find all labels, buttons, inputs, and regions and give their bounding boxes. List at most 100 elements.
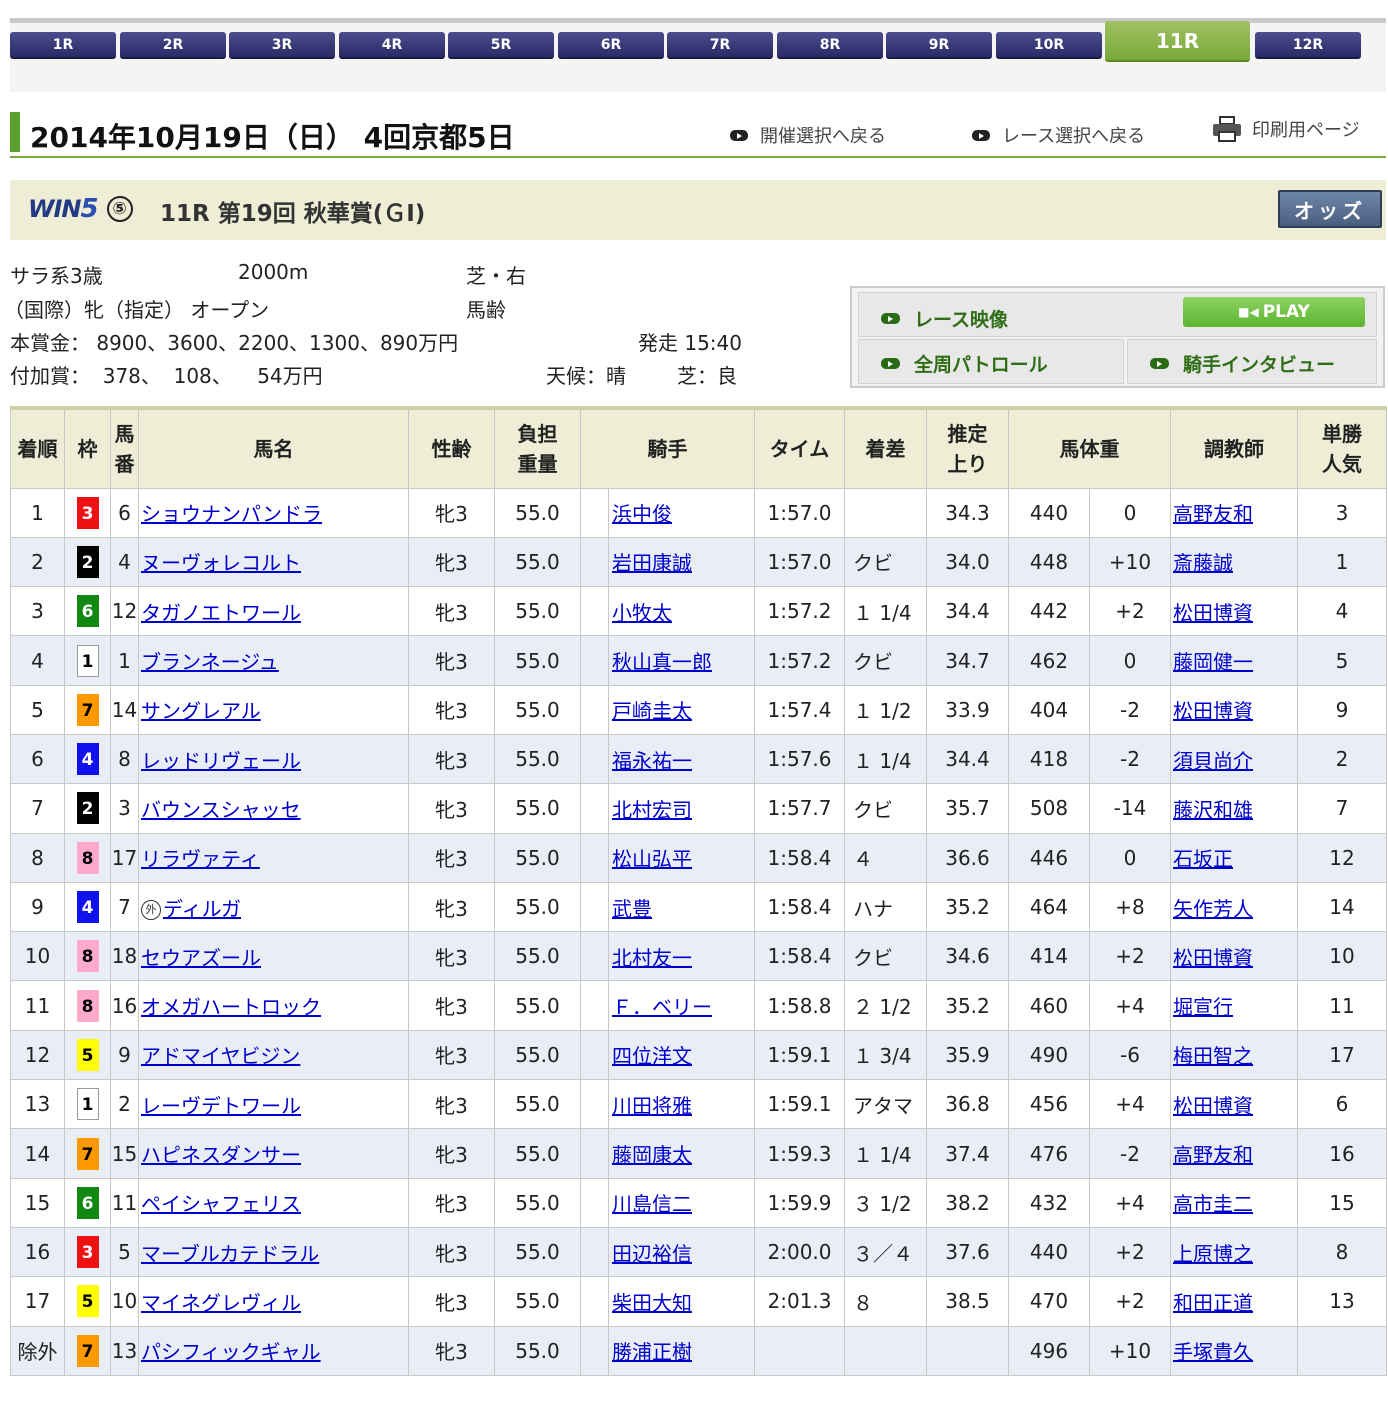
trainer-link[interactable]: 松田博資 — [1173, 601, 1253, 625]
jockey-link[interactable]: 四位洋文 — [612, 1044, 692, 1068]
trainer-link[interactable]: 高野友和 — [1173, 502, 1253, 526]
trainer-link[interactable]: 手塚貴久 — [1173, 1340, 1253, 1364]
trainer-link[interactable]: 石坂正 — [1173, 847, 1233, 871]
jockey-link[interactable]: 勝浦正樹 — [612, 1340, 692, 1364]
jockey-link[interactable]: 岩田康誠 — [612, 551, 692, 575]
race-tab-4r[interactable]: 4R — [339, 32, 445, 59]
trainer-link[interactable]: 堀宣行 — [1173, 995, 1233, 1019]
margin-cell: ４ — [844, 832, 927, 883]
horse-link[interactable]: リラヴァティ — [141, 847, 260, 871]
sexage-cell: 牝3 — [408, 980, 495, 1031]
trainer-link[interactable]: 梅田智之 — [1173, 1044, 1253, 1068]
jockey-link[interactable]: 川田将雅 — [612, 1094, 692, 1118]
jockey-link[interactable]: 小牧太 — [612, 601, 672, 625]
num-cell: 16 — [110, 980, 139, 1031]
odds-button[interactable]: オッズ — [1278, 190, 1382, 228]
jockey-link[interactable]: 川島信二 — [612, 1192, 692, 1216]
jockey-link[interactable]: 田辺裕信 — [612, 1242, 692, 1266]
jockey-cell: 戸崎圭太 — [608, 684, 755, 735]
race-tab-10r[interactable]: 10R — [996, 32, 1102, 59]
jockey-link[interactable]: 浜中俊 — [612, 502, 672, 526]
time-cell: 1:57.0 — [754, 536, 845, 588]
jockey-link[interactable]: 福永祐一 — [612, 749, 692, 773]
jockey-interview-link[interactable]: 騎手インタビュー — [1150, 350, 1335, 377]
trainer-link[interactable]: 上原博之 — [1173, 1242, 1253, 1266]
race-tab-5r[interactable]: 5R — [448, 32, 554, 59]
print-page-link[interactable]: 印刷用ページ — [1212, 116, 1360, 142]
horse-link[interactable]: レーヴデトワール — [141, 1094, 301, 1118]
trainer-link[interactable]: 高市圭二 — [1173, 1192, 1253, 1216]
patrol-video-link[interactable]: 全周パトロール — [881, 350, 1048, 377]
popularity-cell: 7 — [1297, 783, 1387, 834]
num-cell: 3 — [110, 783, 139, 834]
trainer-link[interactable]: 和田正道 — [1173, 1291, 1253, 1315]
jockey-link[interactable]: 秋山真一郎 — [612, 650, 712, 674]
popularity-cell: 11 — [1297, 980, 1387, 1031]
play-button[interactable]: ■◀ PLAY — [1183, 297, 1365, 327]
jockey-link[interactable]: 武豊 — [612, 897, 652, 921]
win5-logo: WIN 5 ⑤ — [28, 194, 133, 224]
trainer-link[interactable]: 松田博資 — [1173, 1094, 1253, 1118]
horse-link[interactable]: マイネグレヴィル — [141, 1291, 301, 1315]
num-cell: 2 — [110, 1079, 139, 1130]
race-tab-11r[interactable]: 11R — [1105, 21, 1250, 62]
back-to-race-link[interactable]: レース選択へ戻る — [972, 122, 1145, 148]
trainer-link[interactable]: 高野友和 — [1173, 1143, 1253, 1167]
back-to-meeting-link[interactable]: 開催選択へ戻る — [730, 122, 886, 148]
race-tab-6r[interactable]: 6R — [558, 32, 664, 59]
race-tab-3r[interactable]: 3R — [229, 32, 335, 59]
horse-link[interactable]: タガノエトワール — [141, 601, 301, 625]
jockey-cell: 秋山真一郎 — [608, 635, 755, 686]
trainer-cell: 和田正道 — [1170, 1276, 1298, 1327]
jockey-link[interactable]: 藤岡康太 — [612, 1143, 692, 1167]
trainer-link[interactable]: 藤沢和雄 — [1173, 798, 1253, 822]
bodyweight-cell: 490 — [1008, 1029, 1090, 1081]
horse-link[interactable]: ペイシャフェリス — [141, 1192, 301, 1216]
trainer-link[interactable]: 斎藤誠 — [1173, 551, 1233, 575]
margin-cell: １ 1/4 — [844, 733, 927, 785]
weight-cell: 55.0 — [494, 586, 581, 637]
horse-link[interactable]: アドマイヤビジン — [141, 1044, 300, 1068]
race-tab-1r[interactable]: 1R — [10, 32, 116, 59]
race-tab-8r[interactable]: 8R — [777, 32, 883, 59]
race-name: 11R 第19回 秋華賞(ＧⅠ) — [160, 201, 426, 227]
jockey-link[interactable]: 柴田大知 — [612, 1291, 692, 1315]
horse-link[interactable]: ハピネスダンサー — [141, 1143, 301, 1167]
race-tab-2r[interactable]: 2R — [120, 32, 226, 59]
horse-cell: アドマイヤビジン — [138, 1029, 409, 1081]
horse-link[interactable]: サングレアル — [141, 699, 261, 723]
jockey-link[interactable]: 戸崎圭太 — [612, 699, 692, 723]
popularity-cell: 15 — [1297, 1177, 1387, 1228]
trainer-link[interactable]: 矢作芳人 — [1173, 897, 1253, 921]
trainer-link[interactable]: 松田博資 — [1173, 946, 1253, 970]
horse-link[interactable]: バウンスシャッセ — [141, 798, 301, 822]
margin-cell: ３ 1/2 — [844, 1177, 927, 1228]
horse-link[interactable]: マーブルカテドラル — [141, 1242, 319, 1266]
trainer-link[interactable]: 須貝尚介 — [1173, 749, 1253, 773]
horse-link[interactable]: ブランネージュ — [141, 650, 279, 674]
jockey-link[interactable]: 松山弘平 — [612, 847, 692, 871]
jockey-link[interactable]: 北村友一 — [612, 946, 692, 970]
rank-cell: 1 — [10, 487, 65, 538]
horse-link[interactable]: ショウナンパンドラ — [141, 502, 322, 526]
col-time: タイム — [754, 407, 845, 489]
rank-cell: 9 — [10, 881, 65, 933]
jockey-spacer-cell — [580, 783, 609, 834]
race-tab-12r[interactable]: 12R — [1255, 32, 1361, 59]
popularity-cell: 12 — [1297, 832, 1387, 883]
horse-link[interactable]: ディルガ — [163, 897, 241, 921]
col-last3f: 推定 上り — [926, 407, 1009, 489]
jockey-link[interactable]: 北村宏司 — [612, 798, 692, 822]
race-tab-7r[interactable]: 7R — [667, 32, 773, 59]
race-tab-9r[interactable]: 9R — [886, 32, 992, 59]
horse-link[interactable]: ヌーヴォレコルト — [141, 551, 301, 575]
jockey-link[interactable]: Ｆ．ベリー — [612, 995, 712, 1019]
horse-link[interactable]: オメガハートロック — [141, 995, 321, 1019]
trainer-link[interactable]: 藤岡健一 — [1173, 650, 1253, 674]
horse-link[interactable]: セウアズール — [141, 946, 261, 970]
rank-cell: 10 — [10, 931, 65, 982]
horse-link[interactable]: パシフィックギャル — [141, 1340, 321, 1364]
race-video-link[interactable]: レース映像 — [881, 305, 1008, 332]
horse-link[interactable]: レッドリヴェール — [141, 749, 301, 773]
trainer-link[interactable]: 松田博資 — [1173, 699, 1253, 723]
